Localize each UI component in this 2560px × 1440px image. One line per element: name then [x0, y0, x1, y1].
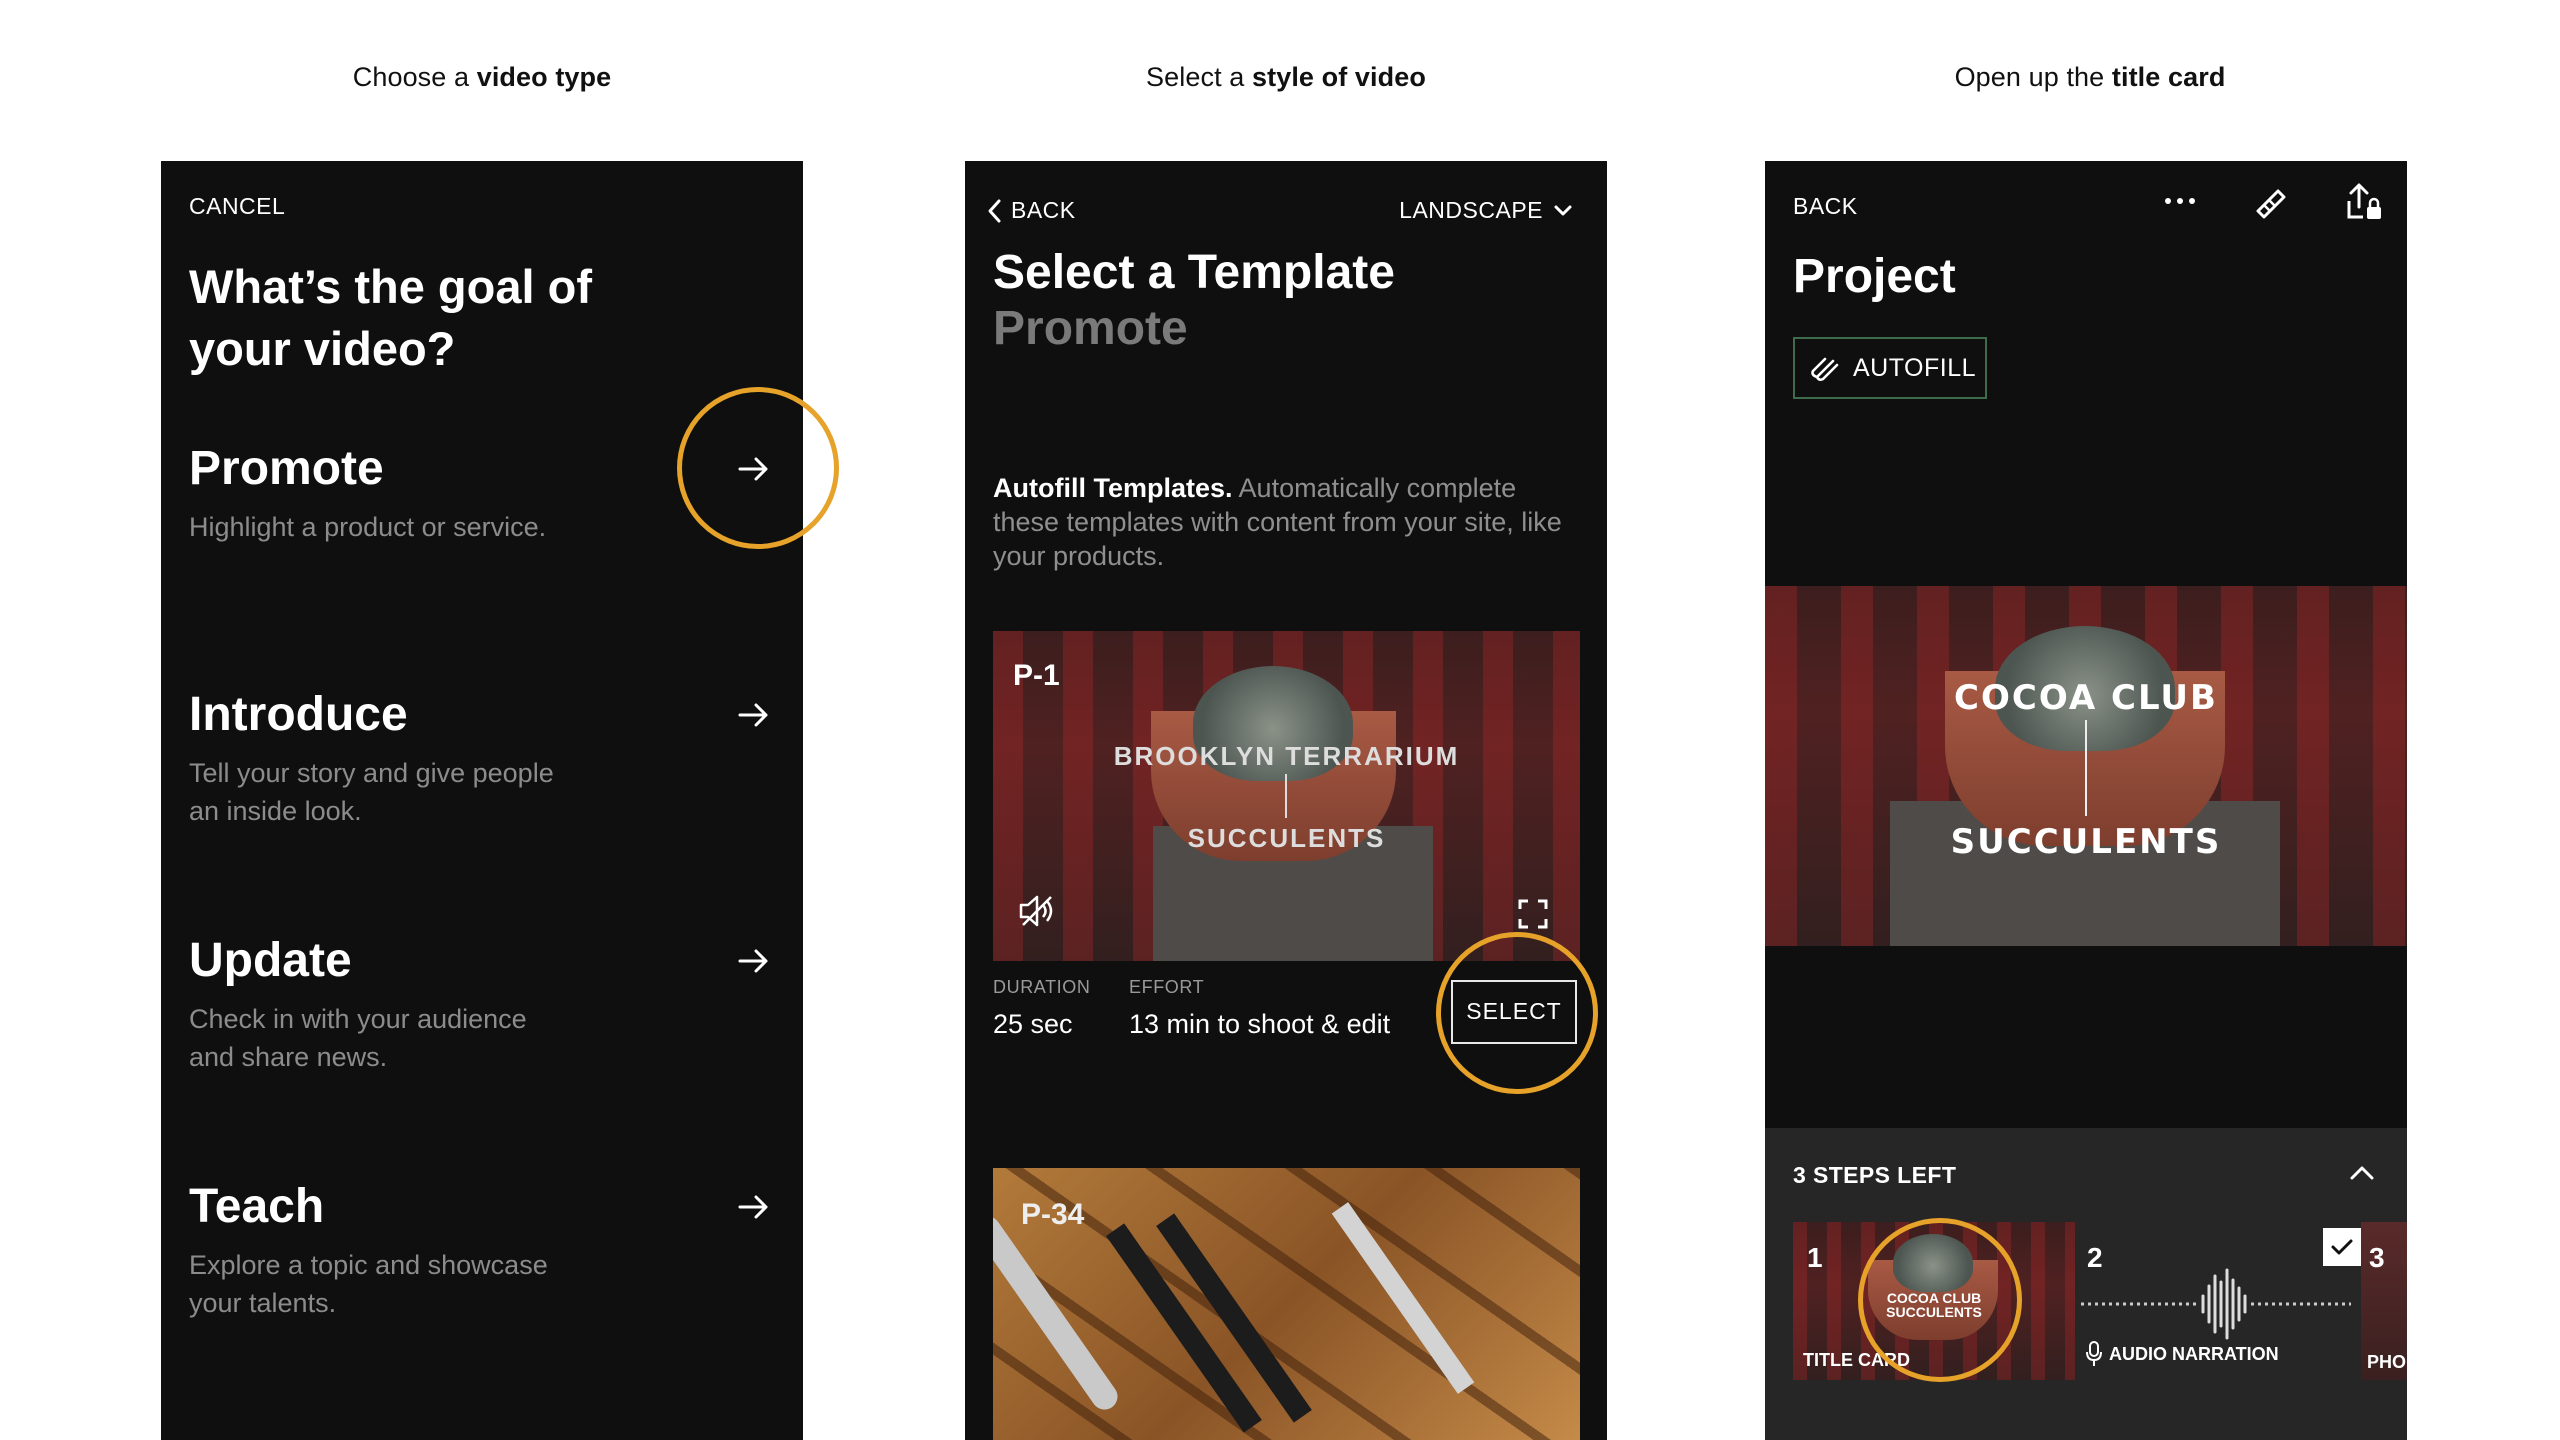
- step-label-row: AUDIO NARRATION: [2085, 1340, 2279, 1368]
- back-button[interactable]: BACK: [985, 197, 1076, 224]
- step-number: 3: [2369, 1242, 2385, 1273]
- step-checkbox[interactable]: [2323, 1228, 2361, 1266]
- step-label: PHO: [2367, 1352, 2407, 1372]
- fullscreen-icon[interactable]: [1518, 899, 1548, 929]
- highlight-ring: [1858, 1218, 2022, 1382]
- template-overlay-line2: SUCCULENTS: [1187, 823, 1386, 853]
- autofill-icon: [1811, 357, 1839, 381]
- page-subtitle: Promote: [993, 302, 1188, 355]
- share-lock-icon[interactable]: [2343, 181, 2383, 223]
- option-promote[interactable]: Promote Highlight a product or service.: [189, 441, 569, 546]
- title-card-line2: SUCCULENTS: [1950, 822, 2222, 862]
- page-title: What’s the goal of your video?: [189, 260, 592, 375]
- template-preview-p34[interactable]: P-34: [993, 1168, 1580, 1440]
- effort-value: 13 min to shoot & edit: [1129, 1009, 1391, 1039]
- chevron-down-icon: [1554, 205, 1572, 215]
- screen-select-template: BACK LANDSCAPE Select a Template Promote…: [965, 161, 1607, 1440]
- screen-video-goal: CANCEL What’s the goal of your video? Pr…: [161, 161, 803, 1440]
- brush-icon[interactable]: [2250, 183, 2290, 223]
- arrow-right-icon[interactable]: [734, 695, 774, 735]
- chevron-up-icon[interactable]: [2347, 1162, 2377, 1182]
- highlight-ring: [677, 387, 839, 549]
- autofill-button[interactable]: AUTOFILL: [1793, 337, 1987, 399]
- autofill-info-title: Autofill Templates.: [993, 473, 1233, 503]
- option-title: Introduce: [189, 688, 408, 741]
- caption-style-of-video: Select a style of video: [1146, 62, 1426, 92]
- option-teach[interactable]: Teach Explore a topic and showcase your …: [189, 1179, 569, 1322]
- option-description: Tell your story and give people an insid…: [189, 758, 554, 826]
- option-description: Highlight a product or service.: [189, 512, 547, 542]
- title-card-divider: [2085, 720, 2087, 816]
- effort-label: EFFORT: [1129, 977, 1205, 997]
- title-card-preview[interactable]: COCOA CLUB SUCCULENTS: [1765, 586, 2407, 946]
- caption-video-type: Choose a video type: [352, 62, 612, 92]
- chevron-left-icon: [988, 199, 1001, 222]
- option-title: Update: [189, 934, 352, 987]
- option-description: Explore a topic and showcase your talent…: [189, 1250, 548, 1318]
- step-number: 1: [1807, 1242, 1823, 1273]
- checkmark-icon: [2331, 1239, 2353, 1255]
- option-update[interactable]: Update Check in with your audience and s…: [189, 933, 569, 1076]
- orientation-dropdown[interactable]: LANDSCAPE: [1399, 197, 1573, 224]
- step-label: AUDIO NARRATION: [2109, 1343, 2279, 1364]
- arrow-right-icon[interactable]: [734, 941, 774, 981]
- arrow-right-icon[interactable]: [734, 1187, 774, 1227]
- more-icon[interactable]: [2160, 191, 2200, 211]
- template-overlay-line1: BROOKLYN TERRARIUM: [1113, 741, 1460, 771]
- microphone-icon: [2086, 1341, 2102, 1366]
- back-button[interactable]: BACK: [1793, 193, 1858, 220]
- cancel-button[interactable]: CANCEL: [189, 193, 285, 220]
- autofill-label: AUTOFILL: [1853, 353, 1977, 382]
- caption-title-card: Open up the title card: [1954, 62, 2226, 92]
- step-audio-narration[interactable]: 2 AUDIO NARRATION: [2075, 1222, 2361, 1380]
- duration-label: DURATION: [993, 977, 1091, 997]
- option-introduce[interactable]: Introduce Tell your story and give peopl…: [189, 687, 569, 830]
- orientation-label: LANDSCAPE: [1399, 197, 1543, 223]
- waveform-icon: [2081, 1268, 2351, 1340]
- template-id: P-1: [1013, 659, 1060, 692]
- option-title: Teach: [189, 1180, 325, 1233]
- template-id: P-34: [1021, 1198, 1085, 1231]
- option-title: Promote: [189, 442, 384, 495]
- template-preview-p1[interactable]: P-1 BROOKLYN TERRARIUM SUCCULENTS: [993, 631, 1580, 961]
- option-description: Check in with your audience and share ne…: [189, 1004, 527, 1072]
- page-title: Project: [1793, 250, 1956, 303]
- autofill-info: Autofill Templates. Automatically comple…: [993, 471, 1583, 573]
- steps-left-label: 3 STEPS LEFT: [1793, 1162, 1957, 1188]
- highlight-ring: [1436, 932, 1598, 1094]
- back-label: BACK: [1011, 197, 1076, 223]
- title-card-line1: COCOA CLUB: [1954, 678, 2218, 718]
- mute-icon[interactable]: [1017, 893, 1057, 929]
- step-photo[interactable]: 3 PHO: [2361, 1222, 2407, 1380]
- screen-project: BACK Project AUTOFILL COCOA CLUB SUCCULE…: [1765, 161, 2407, 1440]
- duration-value: 25 sec: [993, 1009, 1073, 1039]
- overlay-divider: [1285, 774, 1287, 818]
- page-title: Select a Template: [993, 246, 1395, 299]
